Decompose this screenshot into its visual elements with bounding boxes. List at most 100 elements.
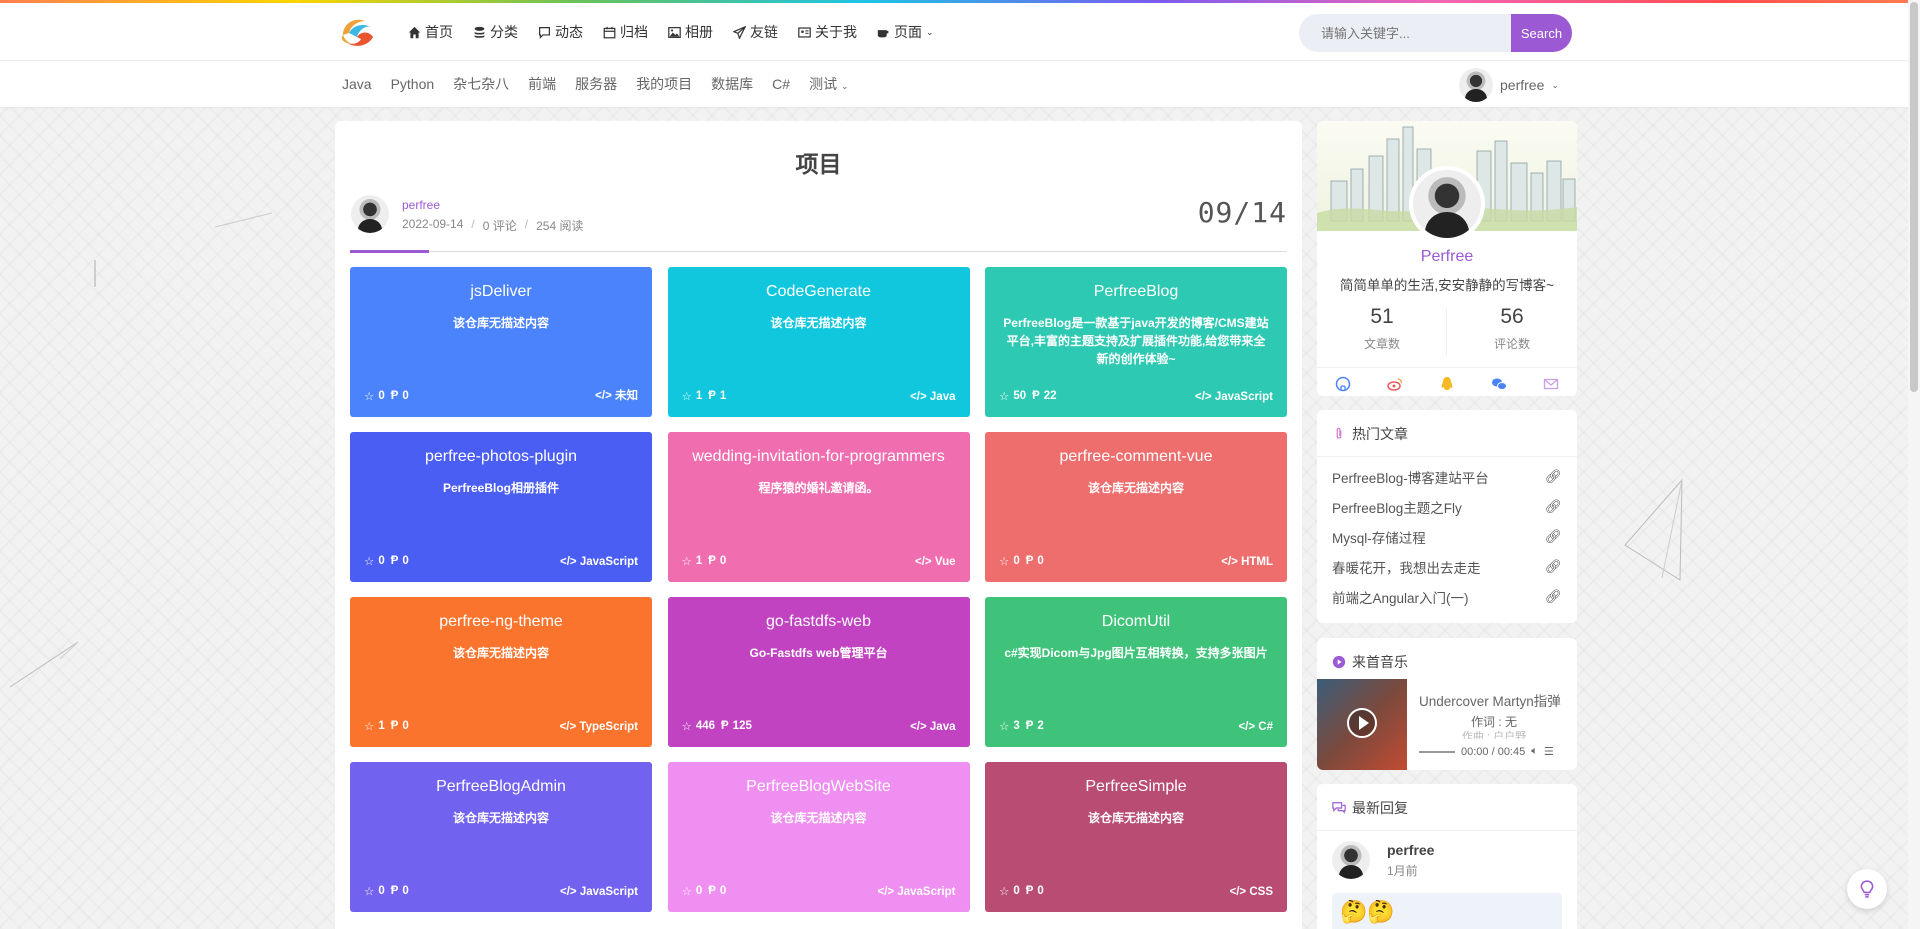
article-count-value: 51 (1370, 305, 1394, 328)
progress-bar[interactable] (1419, 750, 1455, 753)
project-card[interactable]: wedding-invitation-for-programmers 程序猿的婚礼… (667, 432, 970, 582)
star-icon: ☆ (681, 886, 692, 898)
menu-icon[interactable]: ☰ (1544, 745, 1554, 758)
list-item[interactable]: 前端之Angular入门(一) 🔗︎ (1332, 582, 1562, 612)
language-label: HTML (1241, 556, 1273, 568)
page-scrollbar[interactable] (1908, 0, 1920, 929)
project-language: </> Java (910, 721, 955, 733)
project-card[interactable]: perfree-ng-theme 该仓库无描述内容 ☆ 1 Ᵽ 0 </> TypeScri… (350, 597, 652, 747)
project-stats: ☆ 1 Ᵽ 0 (364, 719, 409, 733)
fork-count: 0 (402, 720, 409, 732)
comment-count-value: 56 (1500, 305, 1524, 328)
category-database[interactable]: 数据库 (711, 74, 753, 94)
project-card[interactable]: DicomUtil c#实现Dicom与Jpg图片互相转换，支持多张图片 ☆ 3 Ᵽ 2 <… (985, 597, 1287, 747)
star-icon: ☆ (364, 886, 375, 898)
star-count: 3 (1013, 720, 1020, 732)
music-card: 来首音乐 Undercover Martyn指弹 作词 : 无 作曲 : 户户野… (1317, 638, 1577, 770)
separator: / (524, 217, 529, 231)
project-description: 该仓库无描述内容 (452, 646, 549, 660)
list-item[interactable]: Mysql-存储过程 🔗︎ (1332, 522, 1562, 552)
project-description: 该仓库无描述内容 (452, 811, 549, 825)
weibo-icon[interactable] (1387, 376, 1403, 392)
fork-count: 0 (1037, 885, 1044, 897)
scrollbar-thumb[interactable] (1910, 2, 1918, 392)
category-java[interactable]: Java (342, 76, 372, 92)
category-csharp[interactable]: C# (772, 76, 790, 92)
fork-icon: Ᵽ (708, 390, 716, 402)
project-card[interactable]: perfree-comment-vue 该仓库无描述内容 ☆ 0 Ᵽ 0 </> HTML (985, 432, 1287, 582)
project-language: </> Java (910, 391, 955, 403)
category-test[interactable]: 测试 ⌄ (809, 74, 848, 94)
project-card[interactable]: PerfreeBlogWebSite 该仓库无描述内容 ☆ 0 Ᵽ 0 </> JavaSc… (667, 762, 970, 912)
reply-content[interactable]: 🤔🤔 (1332, 893, 1562, 929)
project-stats: ☆ 0 Ᵽ 0 (364, 554, 409, 568)
category-frontend[interactable]: 前端 (528, 74, 556, 94)
profile-motto: 简简单单的生活,安安静静的写博客~ (1339, 278, 1555, 293)
star-count: 1 (695, 390, 703, 402)
profile-name[interactable]: Perfree (1317, 248, 1577, 266)
site-logo[interactable] (339, 15, 377, 49)
project-language: </> JavaScript (877, 886, 955, 898)
reply-author[interactable]: perfree (1387, 842, 1434, 858)
project-language: </> 未知 (595, 387, 638, 403)
github-icon[interactable] (1335, 376, 1351, 392)
project-card[interactable]: jsDeliver 该仓库无描述内容 ☆ 0 Ᵽ 0 </> 未知 (350, 267, 652, 417)
category-projects[interactable]: 我的项目 (636, 74, 692, 94)
fork-count: 0 (402, 390, 409, 402)
search-button[interactable]: Search (1511, 14, 1572, 52)
project-description: 该仓库无描述内容 (1087, 811, 1184, 825)
nav-dynamic[interactable]: 动态 (538, 22, 583, 42)
nav-pages[interactable]: 页面 ⌄ (877, 22, 934, 42)
project-card[interactable]: CodeGenerate 该仓库无描述内容 ☆ 1 Ᵽ 1 </> Java (667, 267, 970, 417)
tips-button[interactable] (1847, 869, 1887, 909)
project-description: 该仓库无描述内容 (1087, 481, 1184, 495)
music-header: 来首音乐 (1332, 652, 1408, 672)
author-avatar[interactable] (351, 195, 389, 233)
play-circle-icon (1332, 655, 1346, 669)
hot-article-title: Mysql-存储过程 (1332, 531, 1426, 546)
project-card[interactable]: PerfreeBlogAdmin 该仓库无描述内容 ☆ 0 Ᵽ 0 </> JavaScri… (350, 762, 652, 912)
article-panel: 项目 perfree 2022-09-14 / 0 评论 / 254 阅读 09… (335, 121, 1302, 929)
project-card[interactable]: PerfreeBlog PerfreeBlog是一款基于java开发的博客/CMS… (985, 267, 1287, 417)
nav-links[interactable]: 友链 (733, 22, 778, 42)
profile-avatar[interactable] (1409, 166, 1485, 242)
code-icon: </> (910, 721, 930, 733)
project-title: perfree-comment-vue (1059, 448, 1213, 465)
project-card[interactable]: go-fastdfs-web Go-Fastdfs web管理平台 ☆ 446 Ᵽ 125… (667, 597, 970, 747)
nav-album[interactable]: 相册 (668, 22, 713, 42)
star-count: 0 (1013, 555, 1020, 567)
star-icon: ☆ (999, 721, 1010, 733)
list-item[interactable]: 春暖花开，我想出去走走 🔗︎ (1332, 552, 1562, 582)
nav-category[interactable]: 分类 (473, 22, 518, 42)
project-card[interactable]: perfree-photos-plugin PerfreeBlog相册插件 ☆ 0 Ᵽ 0… (350, 432, 652, 582)
project-language: </> JavaScript (560, 556, 638, 568)
fork-icon: Ᵽ (1025, 555, 1034, 567)
project-language: </> HTML (1221, 556, 1273, 568)
project-description: c#实现Dicom与Jpg图片互相转换，支持多张图片 (1004, 646, 1268, 660)
qq-icon[interactable] (1439, 376, 1455, 392)
nav-archive[interactable]: 归档 (603, 22, 648, 42)
nav-home[interactable]: 首页 (408, 22, 453, 42)
user-avatar (1459, 68, 1493, 102)
code-icon: </> (877, 886, 898, 898)
star-icon: ☆ (681, 391, 692, 403)
category-nav: Java Python 杂七杂八 前端 服务器 我的项目 数据库 C# 测试 ⌄ (342, 61, 849, 107)
author-name[interactable]: perfree (402, 198, 440, 212)
user-menu[interactable]: perfree ⌄ (1459, 68, 1559, 102)
category-misc[interactable]: 杂七杂八 (453, 74, 509, 94)
search-input[interactable] (1299, 14, 1511, 52)
article-meta: 2022-09-14 / 0 评论 / 254 阅读 (402, 217, 583, 234)
mail-icon[interactable] (1543, 376, 1559, 392)
category-server[interactable]: 服务器 (575, 74, 617, 94)
list-item[interactable]: PerfreeBlog-博客建站平台 🔗︎ (1332, 462, 1562, 492)
fork-count: 2 (1037, 720, 1044, 732)
project-stats: ☆ 0 Ᵽ 0 (364, 389, 409, 403)
play-button[interactable] (1347, 708, 1377, 738)
volume-icon[interactable]: 🔈︎ (1531, 745, 1538, 758)
project-card[interactable]: PerfreeSimple 该仓库无描述内容 ☆ 0 Ᵽ 0 </> CSS (985, 762, 1287, 912)
list-item[interactable]: PerfreeBlog主题之Fly 🔗︎ (1332, 492, 1562, 522)
reply-avatar[interactable] (1332, 841, 1370, 879)
wechat-icon[interactable] (1491, 376, 1507, 392)
category-python[interactable]: Python (391, 76, 435, 92)
nav-about[interactable]: 关于我 (798, 22, 857, 42)
